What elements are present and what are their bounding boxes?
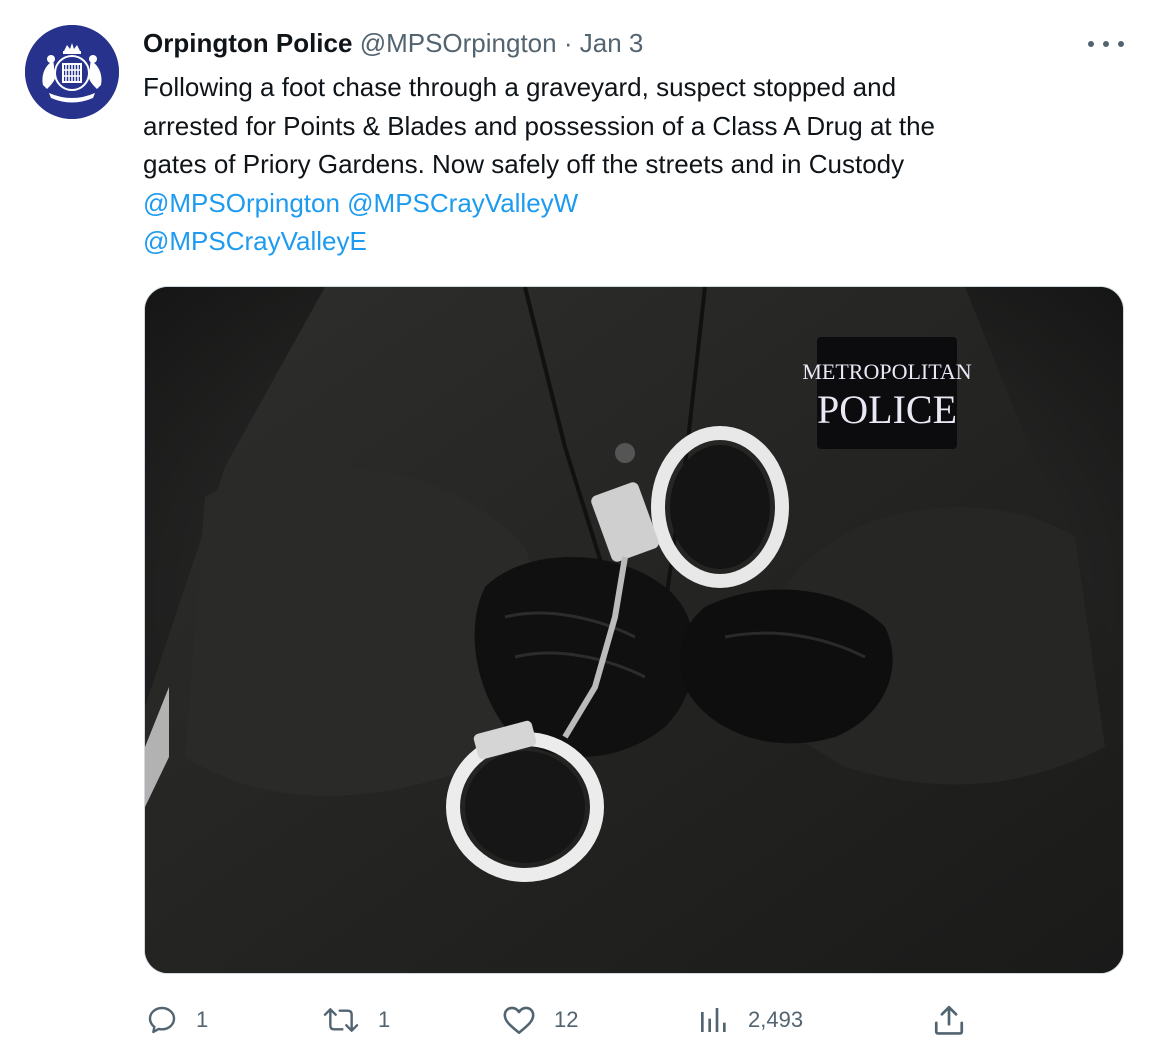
author-name[interactable]: Orpington Police [143,28,352,58]
met-police-crest-icon [25,25,119,119]
mention-link[interactable]: @MPSOrpington [143,188,340,218]
retweet-button[interactable]: 1 [322,995,390,1045]
more-options-button[interactable] [1088,30,1124,58]
analytics-icon [701,1008,726,1032]
badge-text-line1: METROPOLITAN [802,359,971,384]
tweet-text-line: gates of Priory Gardens. Now safely off … [143,149,905,179]
like-count: 12 [554,1007,579,1032]
tweet-text: Following a foot chase through a graveya… [143,68,1103,261]
retweet-icon [323,1008,359,1032]
reply-icon [148,1006,176,1034]
tweet-text-line: Following a foot chase through a graveya… [143,72,897,102]
tweet[interactable]: Orpington Police @MPSOrpington · Jan 3 F… [0,0,1158,1063]
mention-link[interactable]: @MPSCrayValleyE [143,226,367,256]
tweet-image[interactable]: METROPOLITAN POLICE [144,286,1124,974]
views-count: 2,493 [748,1007,804,1032]
reply-button[interactable]: 1 [146,995,208,1045]
author-handle[interactable]: @MPSOrpington [360,28,557,58]
heart-icon [503,1006,535,1035]
tweet-text-line: arrested for Points & Blades and possess… [143,110,935,141]
views-button[interactable]: 2,493 [696,995,803,1045]
mention-link[interactable]: @MPSCrayValleyW [347,188,578,218]
more-options-dot [1118,41,1124,47]
mention-line: @MPSOrpington @MPSCrayValleyW [143,184,1103,223]
handcuffs-photo: METROPOLITAN POLICE [145,287,1123,973]
more-options-icon [1088,41,1094,47]
share-button[interactable] [932,995,966,1045]
mention-line: @MPSCrayValleyE [143,222,1103,261]
share-icon [934,1005,964,1035]
badge-text-line2: POLICE [817,387,957,432]
avatar[interactable] [25,25,119,119]
tweet-header: Orpington Police @MPSOrpington · Jan 3 [143,26,643,60]
separator: · [563,28,573,58]
more-options-dot [1103,41,1109,47]
like-button[interactable]: 12 [502,995,578,1045]
retweet-count: 1 [378,1007,391,1032]
tweet-date[interactable]: Jan 3 [580,28,644,58]
reply-count: 1 [196,1007,209,1032]
tweet-actions: 1 1 12 2,493 [0,995,1158,1045]
